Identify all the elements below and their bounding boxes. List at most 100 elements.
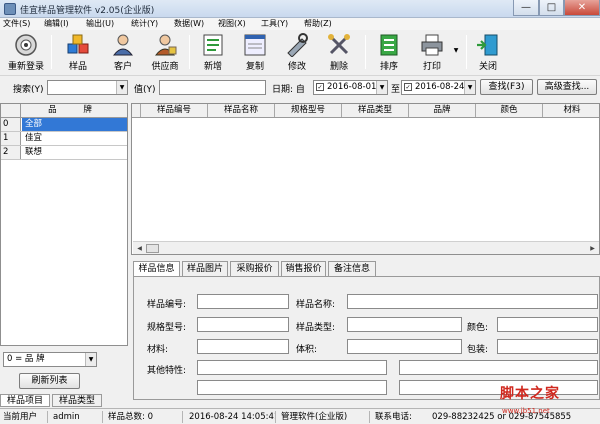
value-input[interactable]: [159, 80, 266, 95]
menu-data[interactable]: 数据(W): [174, 18, 204, 30]
date-to-picker[interactable]: ✓ 2016-08-24 ▼: [401, 80, 476, 95]
search-field-combo[interactable]: ▼: [47, 80, 128, 95]
tab-sample-info[interactable]: 样品信息: [133, 261, 180, 277]
group-by-combo[interactable]: 0 = 品 牌 ▼: [3, 352, 97, 367]
package-field[interactable]: [497, 339, 598, 354]
left-tabs: 样品项目 样品类型: [0, 394, 130, 407]
printer-icon: [419, 33, 445, 57]
brand-row[interactable]: 2 联想: [1, 146, 127, 160]
delete-button[interactable]: 删除: [323, 33, 355, 73]
tab-sample-types[interactable]: 样品类型: [52, 394, 102, 407]
brand-header[interactable]: 品 牌: [22, 104, 127, 117]
advanced-find-button[interactable]: 高级查找...: [537, 79, 597, 95]
window-title: 佳宜样品管理软件 v2.05(企业版): [20, 6, 155, 16]
col-brand[interactable]: 品牌: [409, 104, 476, 117]
scroll-thumb[interactable]: [146, 244, 159, 253]
menu-edit[interactable]: 编辑(I): [44, 18, 69, 30]
status-user: admin: [50, 411, 103, 423]
spec-field[interactable]: [197, 317, 289, 332]
sample-type-field[interactable]: [347, 317, 462, 332]
brand-table-header: 品 牌: [1, 104, 127, 118]
grid-corner: [132, 104, 141, 117]
brand-name[interactable]: 佳宜: [22, 132, 127, 145]
samples-button[interactable]: 样品: [62, 33, 94, 73]
volume-field[interactable]: [347, 339, 462, 354]
tab-notes[interactable]: 备注信息: [328, 261, 376, 276]
print-dropdown-arrow[interactable]: ▼: [451, 33, 461, 73]
refresh-list-button[interactable]: 刷新列表: [19, 373, 80, 389]
menu-view[interactable]: 视图(X): [218, 18, 246, 30]
sample-info-panel: 样品编号: 样品名称: 规格型号: 样品类型: 颜色: 材料: 体积: 包装: …: [133, 276, 600, 400]
horizontal-scrollbar[interactable]: ◀ ▶: [133, 241, 599, 254]
minimize-button[interactable]: —: [513, 0, 539, 16]
material-field[interactable]: [197, 339, 289, 354]
row-index: 2: [1, 146, 21, 159]
chevron-down-icon: ▼: [376, 81, 387, 94]
col-material[interactable]: 材料: [543, 104, 599, 117]
new-button[interactable]: 新增: [197, 33, 229, 73]
title-bar: 佳宜样品管理软件 v2.05(企业版) — □ ✕: [0, 0, 600, 18]
scroll-left-icon[interactable]: ◀: [134, 243, 145, 254]
col-sample-code[interactable]: 样品编号: [141, 104, 208, 117]
delete-label: 删除: [329, 62, 348, 72]
col-spec[interactable]: 规格型号: [275, 104, 342, 117]
relogin-label: 重新登录: [7, 62, 44, 72]
brand-row[interactable]: 1 佳宜: [1, 132, 127, 146]
tab-sales-quote[interactable]: 销售报价: [281, 261, 326, 276]
toolbar: 重新登录 样品 客户 供应商 新增 复制 修改 删除 排序 打印 ▼ 关闭: [0, 31, 600, 76]
menu-tools[interactable]: 工具(Y): [261, 18, 288, 30]
sort-button[interactable]: 排序: [373, 33, 405, 73]
tab-sample-items[interactable]: 样品项目: [0, 394, 50, 407]
col-color[interactable]: 颜色: [476, 104, 543, 117]
grid-header: 样品编号 样品名称 规格型号 样品类型 品牌 颜色 材料: [132, 104, 599, 118]
exit-door-icon: [475, 33, 501, 57]
customers-button[interactable]: 客户: [107, 33, 139, 73]
tab-sample-images[interactable]: 样品图片: [182, 261, 228, 276]
menu-help[interactable]: 帮助(Z): [304, 18, 332, 30]
toolbar-separator: [189, 35, 190, 69]
edit-tools-icon: [284, 33, 310, 58]
relogin-button[interactable]: 重新登录: [5, 33, 47, 73]
other-features-label: 其他特性:: [147, 366, 187, 376]
menu-file[interactable]: 文件(S): [3, 18, 30, 30]
find-button[interactable]: 查找(F3): [480, 79, 533, 95]
checkbox-icon[interactable]: ✓: [404, 83, 412, 91]
maximize-button[interactable]: □: [539, 0, 564, 16]
edit-button[interactable]: 修改: [281, 33, 313, 73]
color-field[interactable]: [497, 317, 598, 332]
close-app-button[interactable]: 关闭: [474, 33, 502, 73]
value-label: 值(Y): [134, 85, 156, 95]
group-by-value: 0 = 品 牌: [7, 354, 45, 364]
brand-name[interactable]: 联想: [22, 146, 127, 159]
copy-button[interactable]: 复制: [239, 33, 271, 73]
status-user-label: 当前用户: [0, 411, 48, 423]
sample-name-field[interactable]: [347, 294, 598, 309]
menu-output[interactable]: 输出(U): [86, 18, 114, 30]
col-sample-name[interactable]: 样品名称: [208, 104, 275, 117]
col-sample-type[interactable]: 样品类型: [342, 104, 409, 117]
date-to-label: 至: [391, 85, 401, 95]
other-feature-field-2[interactable]: [399, 360, 598, 375]
chevron-down-icon: ▼: [464, 81, 475, 94]
scroll-right-icon[interactable]: ▶: [587, 243, 598, 254]
print-button[interactable]: 打印: [416, 33, 448, 73]
date-from-value: 2016-08-01: [327, 82, 377, 92]
copy-icon: [242, 33, 268, 57]
brand-name[interactable]: 全部: [22, 118, 127, 131]
menu-stats[interactable]: 统计(Y): [131, 18, 158, 30]
volume-label: 体积:: [296, 345, 318, 355]
sort-icon: [376, 33, 402, 57]
brand-row[interactable]: 0 全部: [1, 118, 127, 132]
tab-purchase-quote[interactable]: 采购报价: [230, 261, 279, 276]
chevron-down-icon: ▼: [116, 81, 127, 94]
sample-code-field[interactable]: [197, 294, 289, 309]
close-window-button[interactable]: ✕: [564, 0, 600, 16]
watermark-text: 脚本之家: [500, 386, 560, 402]
other-feature-field-1[interactable]: [197, 360, 387, 375]
suppliers-button[interactable]: 供应商: [148, 33, 182, 73]
checkbox-icon[interactable]: ✓: [316, 83, 324, 91]
other-feature-field-3[interactable]: [197, 380, 387, 395]
new-label: 新增: [203, 62, 222, 72]
row-index: 0: [1, 118, 21, 131]
date-from-picker[interactable]: ✓ 2016-08-01 ▼: [313, 80, 388, 95]
